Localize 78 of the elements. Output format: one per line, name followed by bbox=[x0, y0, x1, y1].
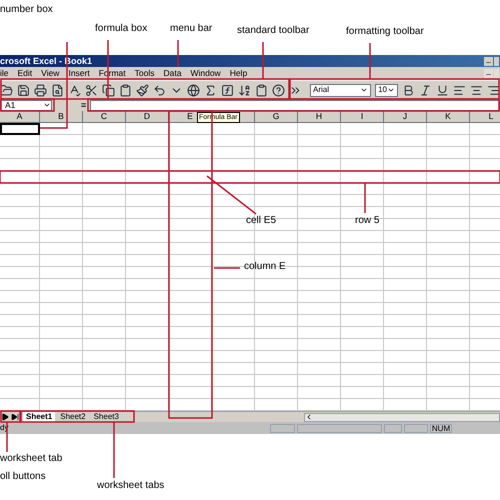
menu-item[interactable]: Data bbox=[163, 69, 182, 78]
sort-icon[interactable] bbox=[238, 84, 251, 96]
leader-line bbox=[206, 175, 256, 215]
font-field[interactable]: Arial bbox=[310, 84, 372, 96]
help-icon[interactable] bbox=[272, 84, 285, 96]
spell-check-icon[interactable] bbox=[68, 84, 81, 96]
column-header[interactable]: L bbox=[470, 111, 500, 123]
callout-label: worksheet tabs bbox=[97, 481, 164, 491]
paintbrush-icon[interactable] bbox=[136, 84, 149, 96]
column-header[interactable]: D bbox=[126, 111, 169, 123]
menu-item[interactable]: Help bbox=[230, 69, 248, 78]
next-sheet-icon[interactable] bbox=[1, 413, 9, 421]
menu-item[interactable]: Tools bbox=[134, 69, 154, 78]
leader-line bbox=[177, 40, 179, 67]
folder-icon[interactable] bbox=[0, 84, 13, 96]
function-icon[interactable] bbox=[221, 84, 234, 96]
callout-label: worksheet tab bbox=[0, 454, 62, 464]
menu-item[interactable]: Insert bbox=[68, 69, 90, 78]
status-panel bbox=[404, 424, 428, 432]
caret-icon bbox=[387, 86, 395, 94]
status-panel bbox=[384, 424, 402, 432]
minimize-button[interactable] bbox=[484, 56, 493, 66]
menu-item[interactable]: Edit bbox=[18, 69, 32, 78]
column-header[interactable]: H bbox=[298, 111, 341, 123]
column-header[interactable]: I bbox=[341, 111, 384, 123]
save-icon[interactable] bbox=[17, 84, 30, 96]
leader-line bbox=[364, 183, 366, 213]
callout-label: formatting toolbar bbox=[346, 27, 424, 37]
leader-line bbox=[262, 42, 264, 79]
callout-label: formula box bbox=[95, 24, 148, 34]
bold-icon[interactable] bbox=[402, 84, 415, 96]
column-header[interactable]: J bbox=[384, 111, 427, 123]
leader-line bbox=[113, 422, 115, 478]
status-panel bbox=[270, 424, 295, 432]
menu-item[interactable]: View bbox=[41, 69, 60, 78]
callout-label: menu bar bbox=[170, 24, 212, 34]
caret-icon bbox=[43, 101, 51, 109]
italic-icon[interactable] bbox=[419, 84, 432, 96]
callout-label: number box bbox=[0, 5, 53, 15]
last-sheet-icon[interactable] bbox=[11, 413, 19, 421]
sigma-icon[interactable] bbox=[204, 84, 217, 96]
caret-icon bbox=[360, 86, 368, 94]
column-header[interactable]: A bbox=[0, 111, 40, 123]
copy-icon[interactable] bbox=[102, 84, 115, 96]
selected-cell[interactable] bbox=[0, 123, 40, 135]
scissors-icon[interactable] bbox=[85, 84, 98, 96]
undo-icon[interactable] bbox=[153, 84, 166, 96]
leader-line bbox=[214, 267, 240, 269]
callout-label: standard toolbar bbox=[237, 26, 310, 36]
maximize-button[interactable] bbox=[494, 56, 499, 66]
clipboard-icon[interactable] bbox=[119, 84, 132, 96]
print-preview-icon[interactable] bbox=[51, 84, 64, 96]
sheet-tab[interactable]: Sheet1 bbox=[23, 412, 56, 422]
column-header[interactable]: G bbox=[255, 111, 298, 123]
globe-icon[interactable] bbox=[187, 84, 200, 96]
minimize-button[interactable] bbox=[484, 69, 493, 78]
menu-item[interactable]: ile bbox=[0, 69, 9, 78]
column-header[interactable]: K bbox=[427, 111, 470, 123]
align-right-icon[interactable] bbox=[487, 84, 500, 96]
scroll-left-icon[interactable] bbox=[305, 413, 313, 421]
align-center-icon[interactable] bbox=[470, 84, 483, 96]
callout-label: row 5 bbox=[355, 216, 380, 226]
callout-label: oll buttons bbox=[0, 472, 46, 482]
leader-line bbox=[107, 40, 109, 99]
align-left-icon[interactable] bbox=[453, 84, 466, 96]
underline-icon[interactable] bbox=[436, 84, 449, 96]
callout-label: column E bbox=[244, 262, 286, 272]
num-indicator: NUM bbox=[430, 424, 452, 432]
formula-field[interactable] bbox=[90, 100, 500, 110]
equals-sign: = bbox=[81, 100, 86, 110]
font-size-field[interactable]: 10 bbox=[375, 84, 398, 96]
callout-label: cell E5 bbox=[246, 216, 276, 226]
leader-line bbox=[369, 43, 371, 79]
column-header[interactable]: C bbox=[83, 111, 126, 123]
horizontal-scrollbar[interactable] bbox=[304, 412, 500, 422]
printer-icon[interactable] bbox=[34, 84, 47, 96]
menu-item[interactable]: Window bbox=[190, 69, 221, 78]
column-header[interactable]: B bbox=[40, 111, 83, 123]
